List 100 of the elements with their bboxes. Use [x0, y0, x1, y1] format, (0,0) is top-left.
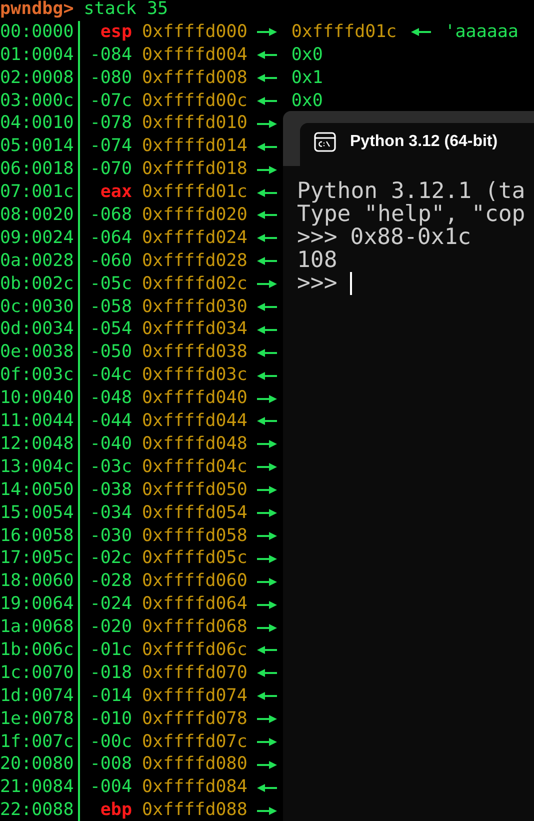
prompt: pwndbg> — [0, 0, 74, 21]
arrow-left-icon — [257, 668, 278, 678]
stack-value: 'aaaaaa — [444, 20, 518, 44]
stack-index: 0b:002c — [0, 272, 75, 296]
stack-index: 11:0044 — [0, 410, 75, 433]
stack-address: 0xffffd018 — [142, 158, 248, 182]
stack-offset: -04c — [88, 364, 132, 388]
arrow-left-icon — [257, 416, 278, 426]
stack-offset: -084 — [88, 44, 132, 67]
arrow-right-icon — [257, 530, 278, 541]
stack-index: 00:0000 — [0, 20, 75, 44]
arrow-right-icon — [257, 462, 278, 472]
arrow-left-icon — [257, 691, 278, 702]
stack-address: 0xffffd048 — [142, 432, 248, 456]
arrow-left-icon — [257, 50, 278, 60]
stack-offset: -00c — [88, 730, 132, 754]
stack-value: 0x1 — [291, 66, 323, 90]
stack-offset: -058 — [88, 296, 132, 318]
arrow-right-icon — [257, 118, 278, 129]
stack-index: 1b:006c — [0, 638, 75, 662]
arrow-right-icon — [257, 576, 278, 587]
stack-offset: -024 — [88, 593, 132, 616]
stack-address: 0xffffd054 — [142, 502, 248, 525]
arrow-left-icon — [257, 782, 278, 793]
window-title: Python 3.12 (64-bit) — [350, 132, 498, 152]
stack-address: 0xffffd000 — [142, 20, 248, 44]
stack-address: 0xffffd01c — [142, 181, 248, 204]
stack-address: 0xffffd004 — [142, 44, 248, 67]
stack-address: 0xffffd024 — [142, 226, 248, 250]
repl-prompt: >>> — [297, 226, 338, 249]
stack-offset: -040 — [88, 432, 132, 456]
stack-index: 0a:0028 — [0, 250, 75, 273]
stack-index: 1a:0068 — [0, 616, 75, 639]
terminal-icon — [314, 132, 336, 152]
arrow-left-icon — [257, 233, 278, 244]
stack-address: 0xffffd080 — [142, 753, 248, 776]
stack-offset: -060 — [88, 250, 132, 273]
repl-output: Type "help", "cop — [297, 203, 526, 226]
stack-address: 0xffffd00c — [142, 90, 248, 112]
stack-offset: -01c — [88, 638, 132, 662]
arrow-left-icon — [257, 302, 278, 312]
stack-index: 15:0054 — [0, 502, 75, 525]
stack-index: 1d:0074 — [0, 684, 75, 708]
stack-index: 20:0080 — [0, 753, 75, 776]
arrow-right-icon — [257, 508, 278, 518]
stack-index: 0f:003c — [0, 364, 75, 388]
stack-index: 07:001c — [0, 181, 75, 204]
stack-address: 0xffffd070 — [142, 662, 248, 685]
stack-offset: -004 — [88, 776, 132, 800]
stack-index: 04:0010 — [0, 112, 75, 136]
stack-address: 0xffffd050 — [142, 478, 248, 502]
stack-index: 08:0020 — [0, 204, 75, 227]
stack-address: 0xffffd07c — [142, 730, 248, 754]
stack-offset: -030 — [88, 524, 132, 548]
arrow-left-icon — [257, 324, 278, 335]
repl-output: 108 — [297, 249, 338, 272]
stack-index: 1f:007c — [0, 730, 75, 754]
stack-index: 18:0060 — [0, 570, 75, 594]
arrow-right-icon — [257, 806, 278, 816]
stack-offset: -048 — [88, 387, 132, 410]
repl-output: Python 3.12.1 (ta — [297, 180, 526, 203]
stack-address: 0xffffd03c — [142, 364, 248, 388]
register-name: ebp — [99, 799, 132, 821]
arrow-left-icon — [257, 96, 278, 106]
stack-address: 0xffffd074 — [142, 684, 248, 708]
arrow-right-icon — [257, 600, 278, 610]
stack-index: 13:004c — [0, 456, 75, 479]
arrow-left-icon — [410, 27, 431, 38]
stack-index: 10:0040 — [0, 387, 75, 410]
stack-index: 0c:0030 — [0, 296, 75, 318]
stack-address: 0xffffd088 — [142, 799, 248, 821]
arrow-left-icon — [257, 73, 278, 84]
arrow-right-icon — [257, 394, 278, 404]
stack-index: 21:0084 — [0, 776, 75, 800]
console-tab[interactable]: Python 3.12 (64-bit) — [300, 123, 534, 166]
stack-offset: -074 — [88, 135, 132, 158]
stack-index: 03:000c — [0, 90, 75, 112]
arrow-right-icon — [257, 279, 278, 290]
stack-index: 1e:0078 — [0, 708, 75, 731]
stack-offset: -07c — [88, 90, 132, 112]
arrow-right-icon — [257, 439, 278, 450]
command: stack 35 — [84, 0, 168, 21]
stack-address: 0xffffd010 — [142, 112, 248, 136]
stack-address: 0xffffd068 — [142, 616, 248, 639]
arrow-left-icon — [257, 348, 278, 358]
stack-offset: -010 — [88, 708, 132, 731]
stack-address: 0xffffd084 — [142, 776, 248, 800]
stack-value: 0x0 — [291, 44, 323, 67]
stack-address: 0xffffd064 — [142, 593, 248, 616]
stack-address: 0xffffd02c — [142, 272, 248, 296]
arrow-right-icon — [257, 736, 278, 747]
stack-address: 0xffffd060 — [142, 570, 248, 594]
arrow-left-icon — [257, 188, 278, 198]
stack-address: 0xffffd038 — [142, 341, 248, 364]
stack-value: 0x0 — [291, 90, 323, 112]
stack-index: 0e:0038 — [0, 341, 75, 364]
stack-offset: -054 — [88, 318, 132, 342]
arrow-right-icon — [257, 27, 278, 38]
stack-index: 19:0064 — [0, 593, 75, 616]
stack-address: 0xffffd014 — [142, 135, 248, 158]
